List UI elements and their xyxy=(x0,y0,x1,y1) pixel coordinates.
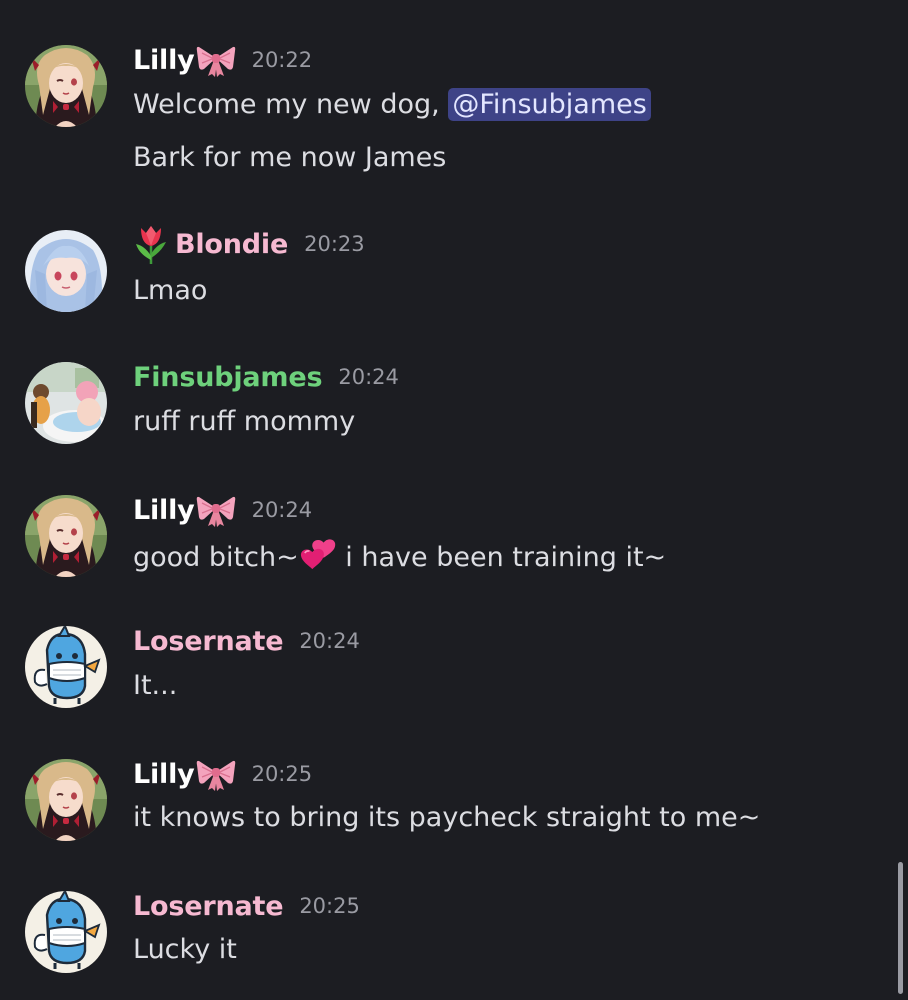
avatar-losernate[interactable] xyxy=(25,626,107,708)
username[interactable]: Finsubjames xyxy=(133,362,323,393)
avatar-lilly[interactable] xyxy=(25,495,107,577)
message-header: Losernate 20:24 xyxy=(133,622,360,660)
username[interactable]: Losernate xyxy=(133,626,284,657)
timestamp: 20:25 xyxy=(299,894,360,918)
avatar-image xyxy=(25,362,107,444)
avatar-image xyxy=(25,230,107,312)
message-text-part: good bitch~ xyxy=(133,542,299,573)
message-text: It... xyxy=(133,670,178,701)
message-text: Lmao xyxy=(133,275,208,306)
message-header: Finsubjames 20:24 xyxy=(133,358,399,396)
timestamp: 20:23 xyxy=(304,232,365,256)
avatar-image xyxy=(25,626,107,708)
message-text-part: Welcome my new dog, xyxy=(133,89,449,120)
timestamp: 20:25 xyxy=(251,762,313,786)
avatar-image xyxy=(25,45,107,127)
message-header: Losernate 20:25 xyxy=(133,887,360,925)
message-header: Blondie 20:23 xyxy=(133,225,365,263)
username[interactable]: Lilly xyxy=(133,759,195,790)
timestamp: 20:24 xyxy=(299,629,360,653)
scrollbar-thumb[interactable] xyxy=(898,862,903,994)
message-header: Lilly 20:24 xyxy=(133,491,312,529)
message-text: Welcome my new dog, @Finsubjames xyxy=(133,88,651,122)
timestamp: 20:22 xyxy=(251,48,313,72)
message-header: Lilly 20:25 xyxy=(133,755,312,793)
avatar-lilly[interactable] xyxy=(25,45,107,127)
username[interactable]: Lilly xyxy=(133,45,195,76)
username[interactable]: Losernate xyxy=(133,891,284,922)
message-list: Lilly 20:22 Welcome my new dog, @Finsubj… xyxy=(0,0,908,1000)
ribbon-emoji xyxy=(196,43,236,77)
message-header: Lilly 20:22 xyxy=(133,41,312,79)
tulip-emoji xyxy=(133,224,169,264)
username[interactable]: Lilly xyxy=(133,495,195,526)
ribbon-emoji xyxy=(196,757,236,791)
avatar-blondie[interactable] xyxy=(25,230,107,312)
message-text: good bitch~ i have been training it~ xyxy=(133,537,666,575)
avatar-image xyxy=(25,495,107,577)
message-text-part: i have been training it~ xyxy=(336,542,667,573)
avatar-losernate[interactable] xyxy=(25,891,107,973)
message-text: it knows to bring its paycheck straight … xyxy=(133,802,761,833)
message-text: Bark for me now James xyxy=(133,142,447,173)
ribbon-emoji xyxy=(196,493,236,527)
username[interactable]: Blondie xyxy=(175,229,288,260)
message-text: ruff ruff mommy xyxy=(133,406,356,437)
timestamp: 20:24 xyxy=(251,498,313,522)
avatar-lilly[interactable] xyxy=(25,759,107,841)
avatar-finsubjames[interactable] xyxy=(25,362,107,444)
two-hearts-emoji xyxy=(299,537,337,571)
message-text: Lucky it xyxy=(133,934,237,965)
avatar-image xyxy=(25,891,107,973)
avatar-image xyxy=(25,759,107,841)
timestamp: 20:24 xyxy=(338,365,399,389)
user-mention[interactable]: @Finsubjames xyxy=(448,88,651,121)
